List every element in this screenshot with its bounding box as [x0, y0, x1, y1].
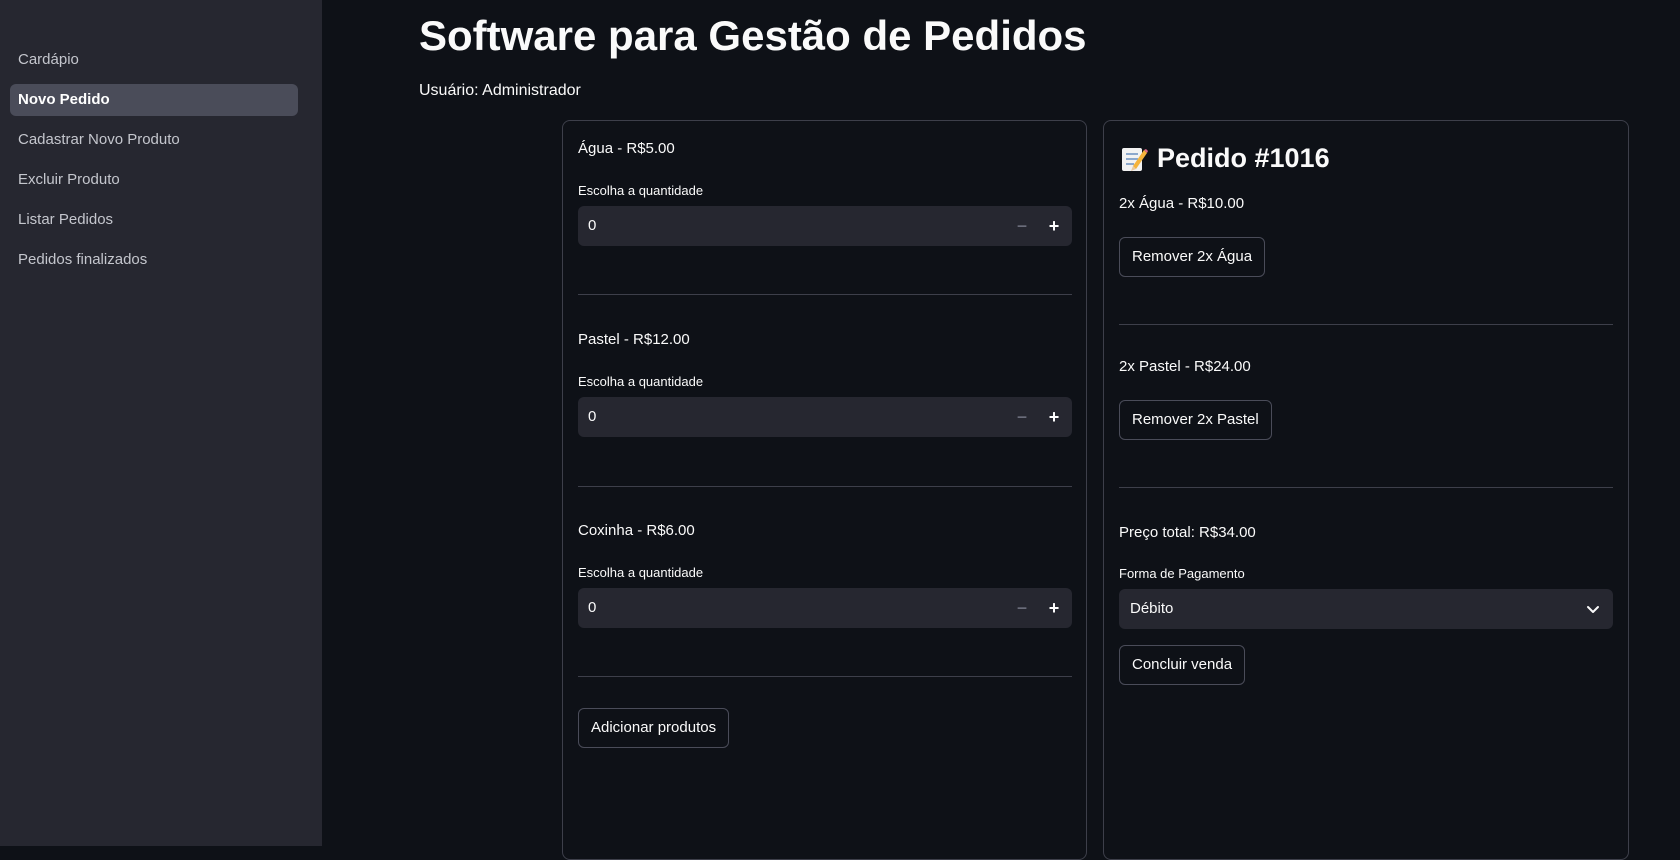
main-content: Software para Gestão de Pedidos Usuário:… [322, 0, 1680, 860]
order-line: 2x Pastel - R$24.00 [1119, 358, 1251, 375]
divider [578, 294, 1072, 295]
products-panel: Água - R$5.00 Escolha a quantidade 0 − +… [562, 120, 1087, 860]
quantity-label: Escolha a quantidade [578, 565, 704, 580]
increment-button[interactable]: + [1038, 588, 1070, 628]
page-title: Software para Gestão de Pedidos [419, 12, 1087, 59]
remove-pastel-button[interactable]: Remover 2x Pastel [1119, 400, 1272, 440]
order-title-text: Pedido #1016 [1157, 143, 1330, 173]
quantity-label: Escolha a quantidade [578, 374, 704, 389]
product-name: Água - R$5.00 [578, 140, 675, 157]
decrement-button[interactable]: − [1006, 397, 1038, 437]
order-panel: Pedido #1016 2x Água - R$10.00 Remover 2… [1103, 120, 1629, 860]
increment-button[interactable]: + [1038, 206, 1070, 246]
user-label: Usuário: Administrador [419, 82, 581, 99]
order-title: Pedido #1016 [1119, 143, 1330, 174]
quantity-stepper[interactable]: 0 − + [578, 206, 1072, 246]
add-products-button[interactable]: Adicionar produtos [578, 708, 730, 748]
product-name: Coxinha - R$6.00 [578, 522, 695, 539]
order-line: 2x Água - R$10.00 [1119, 195, 1245, 212]
sidebar-item-cardapio[interactable]: Cardápio [10, 44, 298, 76]
sidebar-item-novo-pedido[interactable]: Novo Pedido [10, 84, 298, 116]
sidebar-item-listar-pedidos[interactable]: Listar Pedidos [10, 204, 298, 236]
decrement-button[interactable]: − [1006, 588, 1038, 628]
product-name: Pastel - R$12.00 [578, 331, 690, 348]
increment-button[interactable]: + [1038, 397, 1070, 437]
memo-icon [1122, 147, 1148, 171]
divider [1119, 487, 1613, 488]
quantity-stepper[interactable]: 0 − + [578, 397, 1072, 437]
quantity-value[interactable]: 0 [588, 408, 596, 425]
remove-agua-button[interactable]: Remover 2x Água [1119, 237, 1266, 277]
divider [578, 676, 1072, 677]
decrement-button[interactable]: − [1006, 206, 1038, 246]
finish-sale-button[interactable]: Concluir venda [1119, 645, 1246, 685]
sidebar-item-cadastrar-produto[interactable]: Cadastrar Novo Produto [10, 124, 298, 156]
sidebar-item-pedidos-finalizados[interactable]: Pedidos finalizados [10, 244, 298, 276]
sidebar: Cardápio Novo Pedido Cadastrar Novo Prod… [0, 0, 322, 846]
payment-label: Forma de Pagamento [1119, 566, 1245, 581]
quantity-stepper[interactable]: 0 − + [578, 588, 1072, 628]
payment-select-value[interactable]: Débito [1130, 600, 1173, 617]
total-price: Preço total: R$34.00 [1119, 524, 1256, 541]
quantity-value[interactable]: 0 [588, 217, 596, 234]
payment-select[interactable]: Débito [1119, 589, 1613, 629]
quantity-label: Escolha a quantidade [578, 183, 704, 198]
quantity-value[interactable]: 0 [588, 599, 596, 616]
divider [1119, 324, 1613, 325]
chevron-down-icon[interactable] [1585, 601, 1601, 617]
sidebar-item-excluir-produto[interactable]: Excluir Produto [10, 164, 298, 196]
divider [578, 486, 1072, 487]
